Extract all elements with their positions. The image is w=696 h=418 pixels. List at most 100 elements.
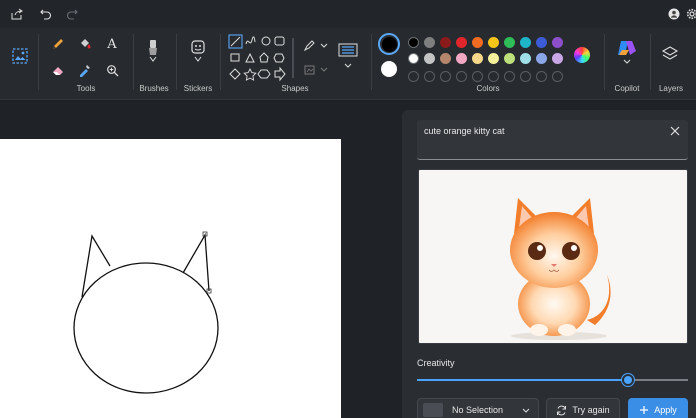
custom-color-slot[interactable] xyxy=(456,71,467,82)
brush-icon xyxy=(149,40,157,62)
text-tool[interactable]: A xyxy=(104,36,120,52)
color-swatch[interactable] xyxy=(408,53,419,64)
outline-dropdown[interactable] xyxy=(302,38,330,54)
shapes-scrollbar[interactable] xyxy=(292,38,294,78)
custom-color-slot[interactable] xyxy=(408,71,419,82)
separator xyxy=(604,34,605,90)
creativity-slider-fill xyxy=(417,379,629,381)
selection-dropdown[interactable]: No Selection xyxy=(417,398,539,418)
account-button[interactable] xyxy=(664,4,684,24)
color-swatch[interactable] xyxy=(424,53,435,64)
shapes-icon xyxy=(228,34,286,82)
color-swatch[interactable] xyxy=(552,53,563,64)
separator xyxy=(220,34,221,90)
generated-image[interactable] xyxy=(418,169,688,344)
prompt-input[interactable]: cute orange kitty cat xyxy=(417,120,688,160)
custom-color-slot[interactable] xyxy=(504,71,515,82)
color-swatch[interactable] xyxy=(552,37,563,48)
eraser-tool[interactable] xyxy=(50,62,66,78)
magnifier-tool[interactable] xyxy=(104,62,120,78)
custom-color-slot[interactable] xyxy=(552,71,563,82)
color-swatch[interactable] xyxy=(456,53,467,64)
color-swatch[interactable] xyxy=(520,37,531,48)
color-swatch[interactable] xyxy=(472,37,483,48)
apply-button[interactable]: Apply xyxy=(628,398,688,418)
cat-sketch xyxy=(73,231,219,394)
color-swatch[interactable] xyxy=(504,37,515,48)
layers-icon xyxy=(661,46,679,60)
gear-icon xyxy=(686,8,696,20)
custom-color-slot[interactable] xyxy=(488,71,499,82)
redo-button[interactable] xyxy=(62,4,82,24)
image-select-icon xyxy=(12,48,28,64)
custom-color-slot[interactable] xyxy=(520,71,531,82)
color-swatch[interactable] xyxy=(440,37,451,48)
tools-group-label: Tools xyxy=(76,84,96,93)
avatar-icon xyxy=(668,8,680,20)
color-swatch[interactable] xyxy=(488,53,499,64)
try-again-button[interactable]: Try again xyxy=(546,398,620,418)
primary-color-button[interactable] xyxy=(378,33,400,55)
selection-tool[interactable] xyxy=(10,46,30,66)
undo-button[interactable] xyxy=(36,4,56,24)
color-swatch[interactable] xyxy=(456,37,467,48)
prompt-text: cute orange kitty cat xyxy=(424,126,505,136)
share-button[interactable] xyxy=(7,4,27,24)
copilot-dropdown[interactable] xyxy=(616,38,638,68)
custom-color-slot[interactable] xyxy=(440,71,451,82)
shapes-gallery[interactable] xyxy=(228,34,288,82)
primary-color-swatch xyxy=(381,36,397,52)
color-picker-tool[interactable] xyxy=(77,62,93,78)
fill-dropdown[interactable] xyxy=(302,62,330,78)
color-swatch[interactable] xyxy=(472,53,483,64)
share-icon xyxy=(11,8,23,20)
paint-app: A Tools Brushes Stickers Shapes Colors C… xyxy=(0,0,696,418)
color-swatch[interactable] xyxy=(520,53,531,64)
color-swatch[interactable] xyxy=(424,37,435,48)
custom-color-slot[interactable] xyxy=(472,71,483,82)
kitten-illustration xyxy=(510,198,611,340)
creativity-slider-thumb[interactable] xyxy=(622,374,635,386)
copilot-icon xyxy=(618,41,636,64)
selection-thumbnail xyxy=(423,403,443,417)
stickers-group-label: Stickers xyxy=(183,84,213,93)
separator xyxy=(133,34,134,90)
stickers-dropdown[interactable] xyxy=(189,38,207,64)
separator xyxy=(650,34,651,90)
pencil-icon xyxy=(53,39,63,49)
apply-label: Apply xyxy=(654,405,677,415)
shape-size-dropdown[interactable] xyxy=(336,40,362,74)
color-swatch[interactable] xyxy=(536,53,547,64)
layers-group-label: Layers xyxy=(658,84,683,93)
clear-prompt-button[interactable] xyxy=(668,123,682,137)
color-swatch[interactable] xyxy=(440,53,451,64)
creativity-slider[interactable] xyxy=(417,374,688,386)
shapes-group-label: Shapes xyxy=(281,84,309,93)
outline-brush-icon xyxy=(303,40,328,52)
creativity-label: Creativity xyxy=(417,358,455,368)
fill-tool[interactable] xyxy=(77,36,93,52)
shape-fill-icon xyxy=(304,65,328,75)
drawing-canvas[interactable] xyxy=(0,139,341,418)
title-bar xyxy=(0,0,696,28)
redo-icon xyxy=(66,9,78,20)
undo-icon xyxy=(40,9,52,20)
edit-colors-button[interactable] xyxy=(574,47,590,63)
eraser-icon xyxy=(53,67,63,75)
chevron-down-icon xyxy=(522,408,530,413)
settings-button[interactable] xyxy=(682,4,696,24)
sticker-icon xyxy=(191,40,205,62)
separator xyxy=(176,34,177,90)
color-swatch[interactable] xyxy=(504,53,515,64)
color-swatch[interactable] xyxy=(408,37,419,48)
custom-color-slot[interactable] xyxy=(536,71,547,82)
color-swatch[interactable] xyxy=(488,37,499,48)
brushes-dropdown[interactable] xyxy=(144,38,162,64)
secondary-color-button[interactable] xyxy=(381,61,397,77)
cocreator-panel: cute orange kitty cat Creativity No Sele… xyxy=(402,110,696,418)
pencil-tool[interactable] xyxy=(50,36,66,52)
plus-icon xyxy=(640,406,649,414)
layers-button[interactable] xyxy=(660,44,680,64)
color-swatch[interactable] xyxy=(536,37,547,48)
custom-color-slot[interactable] xyxy=(424,71,435,82)
